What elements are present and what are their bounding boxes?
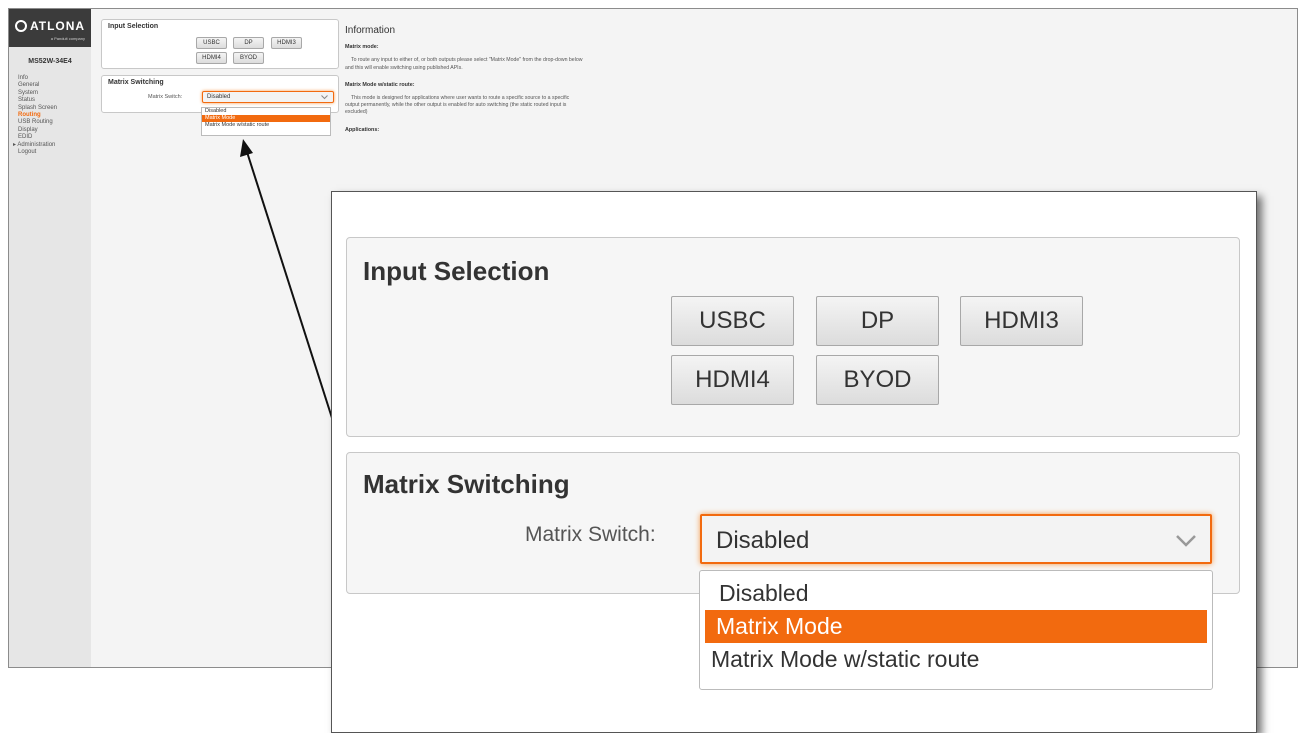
zoom-byod-button[interactable]: BYOD bbox=[816, 355, 939, 405]
zoom-usbc-button[interactable]: USBC bbox=[671, 296, 794, 346]
zoom-option-matrix-mode-static[interactable]: Matrix Mode w/static route bbox=[700, 643, 1212, 676]
zoom-matrix-switch-value: Disabled bbox=[716, 527, 810, 554]
zoom-hdmi4-button[interactable]: HDMI4 bbox=[671, 355, 794, 405]
zoom-chevron-down-icon bbox=[1176, 535, 1196, 547]
zoom-input-selection-panel: Input Selection USBC DP HDMI3 HDMI4 BYOD bbox=[346, 237, 1240, 437]
zoom-matrix-switch-dropdown: Disabled Matrix Mode Matrix Mode w/stati… bbox=[699, 570, 1213, 690]
zoom-hdmi3-button[interactable]: HDMI3 bbox=[960, 296, 1083, 346]
zoom-matrix-switching-title: Matrix Switching bbox=[363, 469, 570, 499]
zoom-input-selection-title: Input Selection bbox=[363, 256, 550, 286]
zoom-option-matrix-mode[interactable]: Matrix Mode bbox=[705, 610, 1207, 643]
zoom-dp-button[interactable]: DP bbox=[816, 296, 939, 346]
zoom-callout: Input Selection USBC DP HDMI3 HDMI4 BYOD… bbox=[331, 191, 1257, 733]
zoom-matrix-switch-label: Matrix Switch: bbox=[525, 523, 656, 546]
zoom-option-disabled[interactable]: Disabled bbox=[700, 577, 1212, 610]
zoom-matrix-switch-select[interactable]: Disabled bbox=[700, 514, 1212, 564]
